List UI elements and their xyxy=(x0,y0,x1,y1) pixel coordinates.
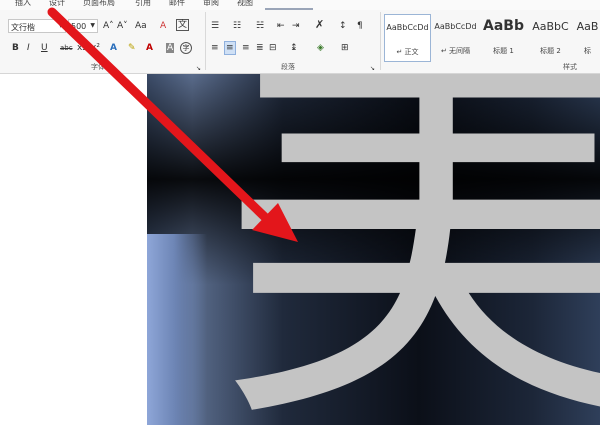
annotation-arrow-icon xyxy=(47,7,298,242)
